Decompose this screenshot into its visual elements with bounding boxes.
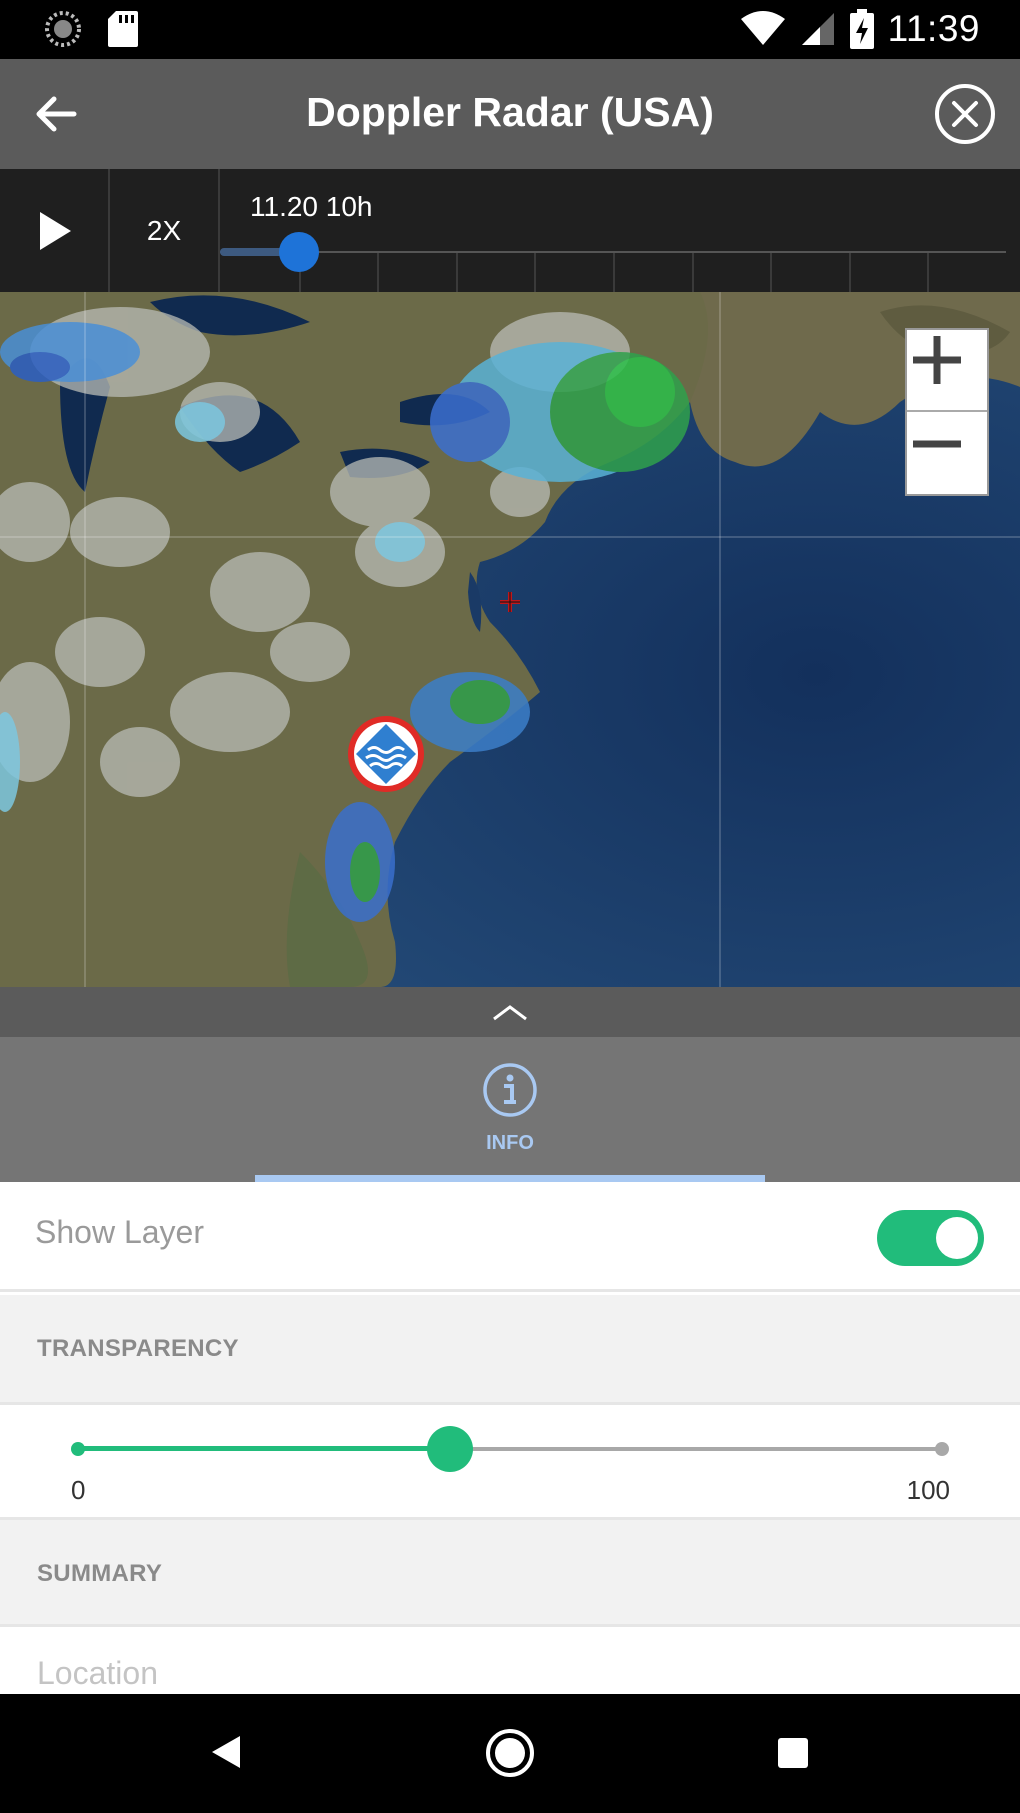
system-nav-bar: [0, 1694, 1020, 1813]
nav-home-icon: [486, 1729, 534, 1777]
tab-bar: INFO: [0, 1037, 1020, 1182]
zoom-controls: [905, 328, 989, 496]
app-bar: Doppler Radar (USA): [0, 59, 1020, 169]
slider-start-dot: [71, 1442, 85, 1456]
signal-icon: [801, 13, 834, 45]
crosshair-icon: [500, 592, 520, 612]
battery-charging-icon: [849, 9, 874, 49]
location-label: Location: [37, 1655, 158, 1691]
summary-title: SUMMARY: [37, 1560, 163, 1587]
transparency-title: TRANSPARENCY: [37, 1335, 239, 1362]
transparency-header: TRANSPARENCY: [0, 1295, 1020, 1405]
tab-active-indicator: [255, 1175, 765, 1182]
plus-icon: [913, 336, 961, 384]
timeline-tick: [455, 253, 458, 292]
timeline-thumb[interactable]: [278, 232, 319, 272]
transparency-slider-fill: [78, 1446, 450, 1451]
layer-panel: Show Layer TRANSPARENCY 0 100 SUMMARY Lo…: [0, 1182, 1020, 1694]
close-button[interactable]: [934, 83, 996, 145]
play-icon: [40, 212, 71, 250]
show-layer-row: Show Layer: [0, 1182, 1020, 1292]
slider-max-label: 100: [906, 1475, 950, 1505]
toggle-knob: [936, 1217, 978, 1259]
map-marker[interactable]: [346, 714, 426, 794]
tab-info[interactable]: INFO: [255, 1037, 765, 1182]
radar-map[interactable]: [0, 292, 1020, 987]
show-layer-label: Show Layer: [35, 1214, 204, 1250]
map-canvas: [0, 292, 1020, 987]
nav-recents-button[interactable]: [776, 1736, 810, 1775]
water-waves-marker-icon: [348, 716, 424, 792]
chevron-up-icon: [493, 1005, 527, 1021]
sync-icon: [45, 11, 81, 47]
timeline-time-label: 11.20 10h: [250, 191, 373, 222]
timeline-tick: [848, 253, 851, 292]
timeline-tick: [613, 253, 615, 292]
transparency-slider-thumb[interactable]: [426, 1426, 473, 1472]
show-layer-toggle[interactable]: [877, 1210, 984, 1266]
timeline-tick: [534, 253, 537, 292]
nav-back-button[interactable]: [208, 1732, 244, 1777]
slider-end-dot: [935, 1442, 949, 1456]
timeline-player: 2X 11.20 10h: [0, 169, 1020, 292]
location-row: Location: [0, 1629, 1020, 1694]
minus-icon: [913, 440, 961, 448]
speed-button[interactable]: 2X: [110, 169, 220, 292]
page-title: Doppler Radar (USA): [306, 89, 714, 135]
status-time: 11:39: [887, 8, 980, 49]
zoom-out-button[interactable]: [907, 414, 987, 496]
zoom-in-button[interactable]: [907, 330, 987, 412]
play-button[interactable]: [0, 169, 110, 292]
nav-home-button[interactable]: [485, 1728, 535, 1783]
panel-handle[interactable]: [0, 987, 1020, 1037]
info-icon: [483, 1063, 537, 1117]
timeline-tick: [377, 253, 380, 292]
wifi-icon: [740, 11, 785, 45]
timeline-tick: [691, 253, 694, 292]
close-circle-icon: [935, 84, 995, 144]
nav-recents-icon: [778, 1738, 808, 1768]
transparency-slider-row: 0 100: [0, 1407, 1020, 1517]
timeline-tick: [927, 253, 930, 292]
status-bar: 11:39: [0, 0, 1020, 59]
summary-header: SUMMARY: [0, 1517, 1020, 1627]
timeline-tick: [770, 253, 773, 292]
sd-card-icon: [108, 11, 138, 47]
slider-min-label: 0: [71, 1475, 86, 1505]
tab-info-label: INFO: [486, 1132, 534, 1154]
nav-back-icon: [212, 1736, 240, 1768]
